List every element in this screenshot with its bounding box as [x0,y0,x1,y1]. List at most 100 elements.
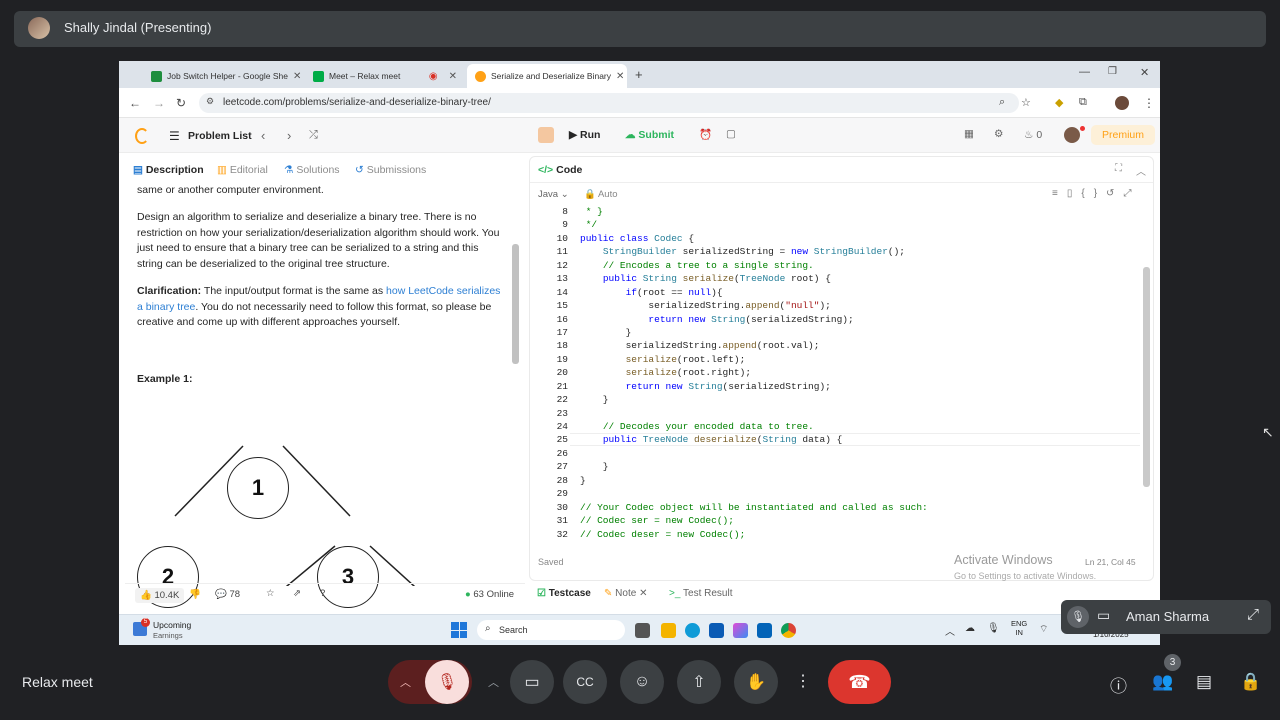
emoji-button[interactable]: ☺ [620,660,664,704]
run-button[interactable]: ▶ Run [569,129,600,141]
reset-icon[interactable]: ↺ [1106,188,1123,199]
expand-tile-icon[interactable]: ⤢ [1247,606,1259,623]
code-line[interactable]: 32 // Codec deser = new Codec(); [530,528,1140,541]
site-info-icon[interactable]: ⚙ [206,96,214,107]
mic-muted-button[interactable]: 🎙 [425,660,469,704]
dislike-icon[interactable]: 👎 [189,589,201,600]
profile-avatar[interactable] [1115,96,1129,110]
code-line[interactable]: 17 } [530,326,1140,339]
leave-call-button[interactable]: ☎ [828,660,891,704]
code-line[interactable]: 30 // Your Codec object will be instantia… [530,501,1140,514]
auto-complete-toggle[interactable]: 🔒 Auto [584,189,618,200]
leetcode-logo-icon[interactable] [135,128,149,144]
copilot-icon[interactable] [733,623,748,638]
favorite-star-icon[interactable]: ☆ [266,588,275,599]
code-line[interactable]: 31 // Codec ser = new Codec(); [530,514,1140,527]
premium-button[interactable]: Premium [1091,125,1155,145]
zoom-icon[interactable]: ⌕ [999,96,1005,109]
timer-icon[interactable]: ⏰ [699,128,712,141]
tab-note[interactable]: ✎ Note ✕ [604,588,647,599]
audio-options-chevron[interactable]: ︿ [400,674,411,690]
code-line[interactable]: 26 [530,447,1140,460]
minimize-icon[interactable]: — [1079,66,1090,78]
file-explorer-icon[interactable] [661,623,676,638]
tab-editorial[interactable]: ▥ Editorial [217,164,268,176]
layout-icon[interactable]: ▦ [964,128,974,140]
language-select[interactable]: Java ⌄ [538,189,569,200]
code-line[interactable]: 14 if(root == null){ [530,286,1140,299]
debug-icon[interactable] [538,127,554,143]
url-field[interactable]: ⚙ leetcode.com/problems/serialize-and-de… [199,93,1019,113]
people-icon[interactable]: 👥 [1152,672,1173,692]
camera-icon[interactable]: ▭ [1097,607,1110,624]
code-line[interactable]: 13 public String serialize(TreeNode root… [530,272,1140,285]
close-window-icon[interactable]: ✕ [1140,66,1149,79]
help-icon[interactable]: ? [320,588,325,599]
format-icon[interactable]: ≡ [1052,188,1067,199]
code-line[interactable]: 19 serialize(root.left); [530,353,1140,366]
submit-button[interactable]: ☁ Submit [625,129,674,141]
widgets-upcoming[interactable]: Upcoming [153,620,191,630]
fullscreen-icon[interactable]: ⛶ [1115,163,1122,174]
tab-submissions[interactable]: ↺ Submissions [355,164,426,176]
code-line[interactable]: 18 serializedString.append(root.val); [530,339,1140,352]
tab-testcase[interactable]: ☑ Testcase [537,588,591,599]
code-line[interactable]: 20 serialize(root.right); [530,366,1140,379]
prev-problem-icon[interactable]: ‹ [261,128,265,143]
tray-expand-icon[interactable]: ︿ [945,623,955,638]
meeting-info-icon[interactable]: ⓘ [1110,672,1127,697]
user-avatar[interactable] [1064,127,1080,143]
code-line[interactable]: 27 } [530,460,1140,473]
braces-icon[interactable]: {} [1081,188,1106,199]
code-line[interactable]: 15 serializedString.append("null"); [530,299,1140,312]
code-tab[interactable]: </> Code [538,164,582,176]
store-icon[interactable] [709,623,724,638]
expand-icon[interactable]: ⤢ [1123,188,1140,199]
code-line[interactable]: 9 */ [530,218,1140,231]
description-scrollbar[interactable] [512,244,519,364]
restore-icon[interactable]: ❐ [1108,66,1117,77]
code-line[interactable]: 10 public class Codec { [530,232,1140,245]
reload-icon[interactable]: ↻ [176,96,186,110]
close-tab-icon[interactable]: ✕ [449,71,457,82]
code-line[interactable]: 21 return new String(serializedString); [530,380,1140,393]
host-controls-icon[interactable]: 🔒 [1240,672,1261,692]
edge-icon[interactable] [685,623,700,638]
chat-icon[interactable]: ▤ [1196,672,1212,692]
close-tab-icon[interactable]: ✕ [616,71,624,82]
new-tab-icon[interactable]: + [635,67,643,82]
code-scrollbar[interactable] [1143,267,1150,487]
code-line[interactable]: 29 [530,487,1140,500]
tab-test-result[interactable]: >_ Test Result [669,588,732,599]
settings-gear-icon[interactable]: ⚙ [994,128,1003,140]
camera-button[interactable]: ▭ [510,660,554,704]
more-options-icon[interactable]: ⋮ [795,671,811,691]
extensions-puzzle-icon[interactable]: ⧉ [1079,96,1087,109]
shuffle-icon[interactable]: ⤮ [309,129,318,142]
problem-list-link[interactable]: Problem List [188,130,252,142]
tray-mic-icon[interactable]: 🎙 [987,623,1000,634]
forward-icon[interactable]: → [153,96,165,110]
code-line[interactable]: 23 [530,407,1140,420]
like-button[interactable]: 👍 10.4K [135,588,185,603]
code-line[interactable]: 8 * } [530,205,1140,218]
extension-icon[interactable]: ◆ [1055,96,1063,109]
code-line[interactable]: 16 return new String(serializedString); [530,313,1140,326]
close-tab-icon[interactable]: ✕ [293,71,301,82]
captions-button[interactable]: CC [563,660,607,704]
browser-tab[interactable]: Job Switch Helper - Google She ✕ [143,64,301,88]
taskbar-search[interactable]: ⌕ Search [477,620,625,640]
present-button[interactable]: ⇧ [677,660,721,704]
wifi-icon[interactable]: ⌔ [1039,623,1048,636]
code-line[interactable]: 22 } [530,393,1140,406]
tab-solutions[interactable]: ⚗ Solutions [284,164,340,176]
code-line[interactable]: 12 // Encodes a tree to a single string. [530,259,1140,272]
tray-cloud-icon[interactable]: ☁ [965,623,975,634]
outlook-icon[interactable] [757,623,772,638]
browser-tab[interactable]: Meet – Relax meet ◉ ✕ [305,64,463,88]
streak-counter[interactable]: ♨ 0 [1024,129,1042,141]
task-view-icon[interactable] [635,623,650,638]
muted-mic-icon[interactable]: 🎙 [1067,606,1089,628]
video-options-chevron[interactable]: ︿ [488,674,499,690]
bookmark-star-icon[interactable]: ☆ [1021,96,1031,109]
